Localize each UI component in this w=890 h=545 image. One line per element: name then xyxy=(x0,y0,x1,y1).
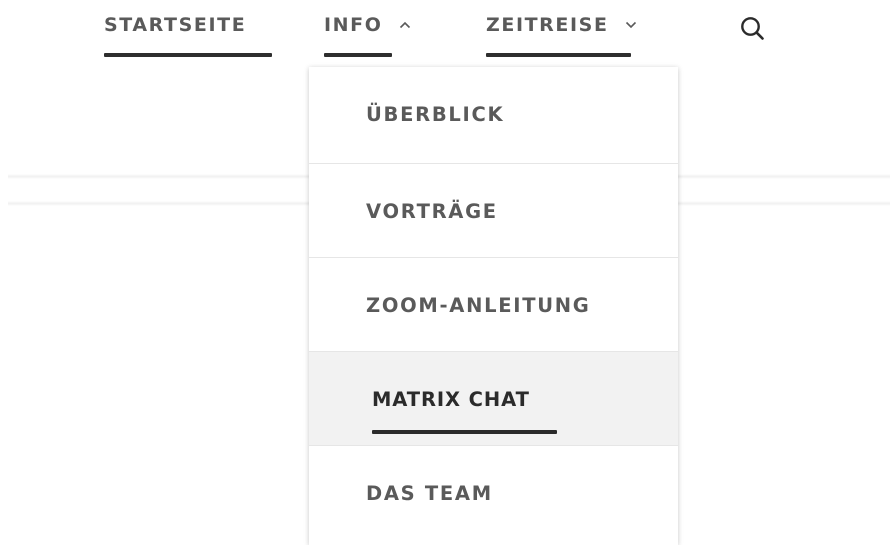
active-item-underline xyxy=(372,430,557,434)
dropdown-item-das-team[interactable]: DAS TEAM xyxy=(309,445,678,539)
dropdown-item-vortraege[interactable]: VORTRÄGE xyxy=(309,163,678,257)
search-icon xyxy=(738,17,768,48)
nav-item-info[interactable]: INFO xyxy=(324,11,411,57)
dropdown-item-ueberblick[interactable]: ÜBERBLICK xyxy=(309,67,678,163)
nav-underline xyxy=(104,53,272,57)
nav-item-startseite[interactable]: STARTSEITE xyxy=(104,11,272,57)
dropdown-item-label: ÜBERBLICK xyxy=(366,103,505,126)
nav-item-label: INFO xyxy=(324,14,383,36)
chevron-up-icon xyxy=(399,12,411,34)
nav-item-zeitreise[interactable]: ZEITREISE xyxy=(486,11,637,57)
dropdown-item-label: VORTRÄGE xyxy=(366,200,498,223)
dropdown-item-label: MATRIX CHAT xyxy=(372,388,530,411)
page: STARTSEITE INFO ZEITREISE ÜBERBLICK VORT… xyxy=(0,0,890,545)
dropdown-item-label: DAS TEAM xyxy=(366,482,493,505)
info-dropdown-menu: ÜBERBLICK VORTRÄGE ZOOM-ANLEITUNG MATRIX… xyxy=(309,67,678,545)
chevron-down-icon xyxy=(625,12,637,34)
nav-underline xyxy=(486,53,631,57)
dropdown-item-matrix-chat[interactable]: MATRIX CHAT xyxy=(309,351,678,445)
nav-item-label: STARTSEITE xyxy=(104,14,247,36)
dropdown-item-label: ZOOM-ANLEITUNG xyxy=(366,294,591,317)
nav-item-label: ZEITREISE xyxy=(486,14,609,36)
search-button[interactable] xyxy=(738,14,768,44)
nav-underline xyxy=(324,53,392,57)
dropdown-item-zoom-anleitung[interactable]: ZOOM-ANLEITUNG xyxy=(309,257,678,351)
